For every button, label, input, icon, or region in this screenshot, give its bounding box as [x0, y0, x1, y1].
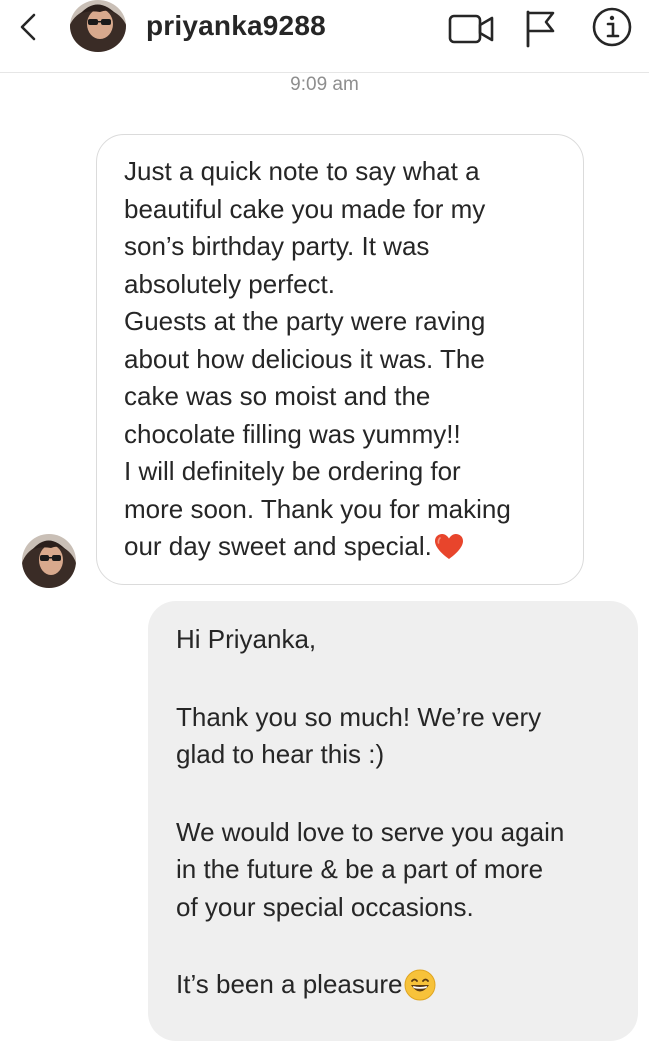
- message-text: I will definitely be ordering for more s…: [124, 453, 563, 572]
- back-chevron-icon[interactable]: [14, 12, 44, 42]
- chat-username[interactable]: priyanka9288: [146, 10, 326, 42]
- incoming-message-bubble[interactable]: Just a quick note to say what a beautifu…: [96, 134, 584, 585]
- avatar[interactable]: [70, 0, 126, 52]
- message-text-last: It’s been a pleasure: [176, 969, 403, 999]
- message-text: We would love to serve you again in the …: [176, 816, 565, 922]
- message-timestamp: 9:09 am: [290, 74, 359, 95]
- message-text: Just a quick note to say what a beautifu…: [124, 156, 486, 299]
- message-text: It’s been a pleasure: [176, 966, 618, 1012]
- message-text: Hi Priyanka,: [176, 624, 317, 654]
- message-text: Thank you so much! We’re very glad to he…: [176, 701, 542, 770]
- outgoing-message-bubble[interactable]: Hi Priyanka, Thank you so much! We’re ve…: [148, 601, 638, 1041]
- video-call-icon[interactable]: [447, 8, 499, 48]
- red-heart-emoji-icon: [434, 533, 464, 572]
- info-icon[interactable]: [590, 5, 634, 49]
- grinning-face-emoji-icon: [404, 969, 436, 1012]
- flag-report-icon[interactable]: [520, 6, 560, 48]
- message-text: Guests at the party were raving about ho…: [124, 306, 486, 449]
- sender-avatar[interactable]: [22, 534, 76, 588]
- chat-header: priyanka9288: [0, 0, 649, 73]
